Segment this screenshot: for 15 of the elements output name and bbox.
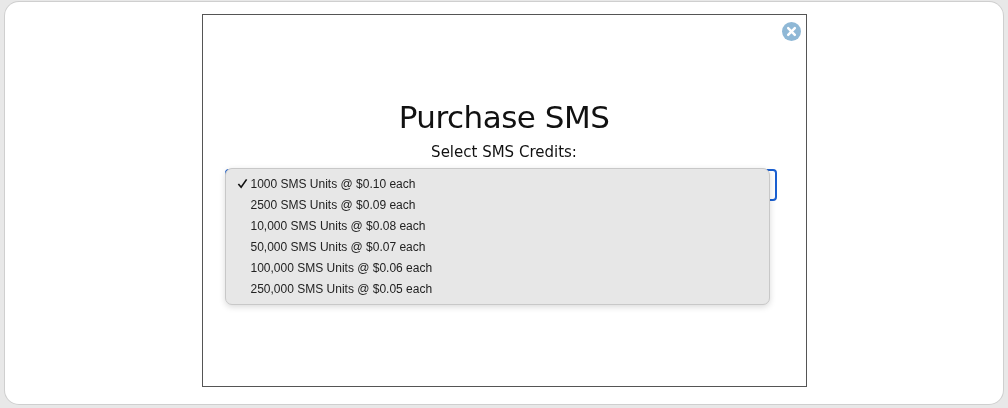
field-label: Select SMS Credits: — [431, 143, 577, 161]
option-label: 50,000 SMS Units @ $0.07 each — [250, 239, 426, 254]
option-label: 10,000 SMS Units @ $0.08 each — [250, 218, 426, 233]
option-label: 1000 SMS Units @ $0.10 each — [250, 176, 416, 191]
option-label: 250,000 SMS Units @ $0.05 each — [250, 281, 433, 296]
dropdown-option[interactable]: 10,000 SMS Units @ $0.08 each — [225, 215, 769, 236]
dropdown-option[interactable]: 1000 SMS Units @ $0.10 each — [225, 173, 769, 194]
dialog-title: Purchase SMS — [398, 99, 610, 135]
dropdown-option[interactable]: 2500 SMS Units @ $0.09 each — [225, 194, 769, 215]
option-label: 2500 SMS Units @ $0.09 each — [250, 197, 416, 212]
dropdown-option[interactable]: 250,000 SMS Units @ $0.05 each — [225, 278, 769, 299]
dropdown-option[interactable]: 50,000 SMS Units @ $0.07 each — [225, 236, 769, 257]
dropdown-option[interactable]: 100,000 SMS Units @ $0.06 each — [225, 257, 769, 278]
close-icon[interactable] — [781, 22, 801, 41]
option-label: 100,000 SMS Units @ $0.06 each — [250, 260, 433, 275]
